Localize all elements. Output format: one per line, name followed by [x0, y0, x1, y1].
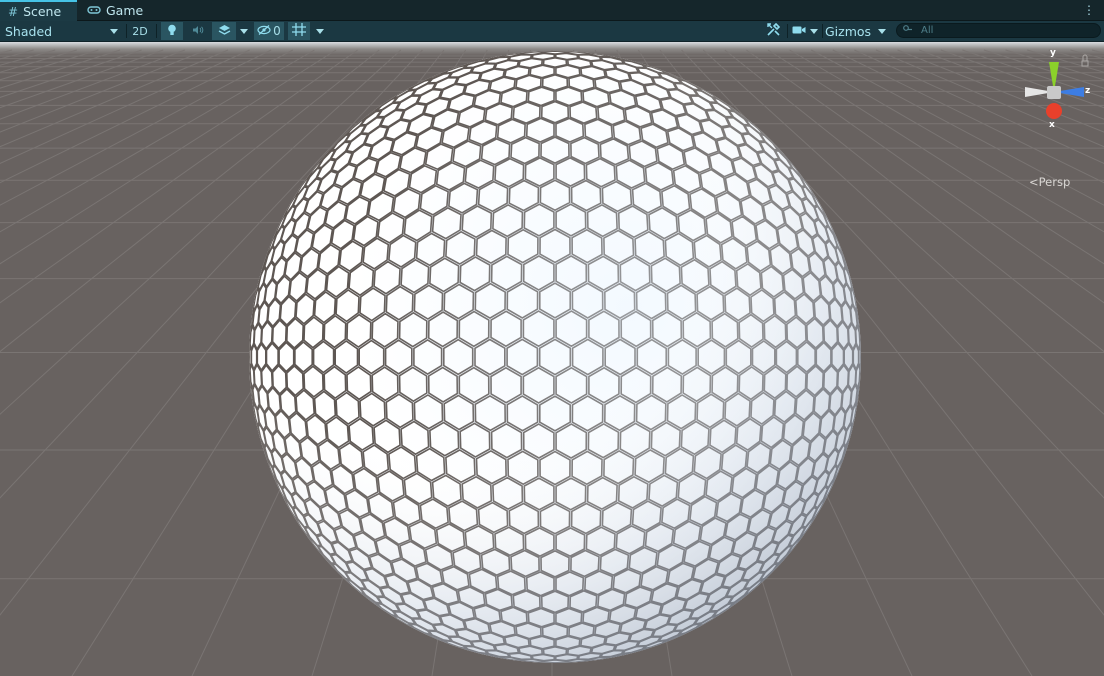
- scene-viewport[interactable]: y z x <Persp: [0, 42, 1104, 676]
- chevron-down-icon: [316, 28, 324, 34]
- camera-settings-button[interactable]: [789, 22, 821, 40]
- search-input[interactable]: All: [896, 23, 1101, 38]
- draw-mode-value: Shaded: [5, 23, 53, 39]
- x-axis-label: x: [1049, 120, 1055, 130]
- gizmos-label: Gizmos: [825, 23, 872, 39]
- tools-button[interactable]: [762, 22, 784, 40]
- audio-toggle-button[interactable]: [187, 22, 209, 40]
- scene-toolbar: Shaded 2D 0 Gizmos All: [0, 21, 1104, 42]
- y-axis-label: y: [1050, 48, 1056, 58]
- gamepad-icon: [87, 4, 101, 18]
- effects-icon: [218, 24, 231, 38]
- lighting-toggle-button[interactable]: [161, 22, 183, 40]
- tab-scene[interactable]: # Scene: [0, 0, 77, 21]
- chevron-down-icon: [110, 28, 118, 34]
- audio-icon: [192, 25, 204, 38]
- divider: [126, 24, 127, 38]
- tab-scene-label: Scene: [23, 4, 62, 19]
- scene-visibility-button[interactable]: 0: [254, 22, 284, 40]
- chevron-down-icon: [240, 28, 248, 34]
- divider: [156, 24, 157, 38]
- overflow-menu-icon[interactable]: ⋮: [1083, 3, 1095, 17]
- lock-icon[interactable]: [1081, 54, 1089, 67]
- scene-grid-icon: #: [8, 4, 19, 19]
- gizmo-center-cube[interactable]: [1047, 86, 1061, 99]
- chevron-down-icon: [810, 28, 818, 34]
- light-bulb-icon: [167, 24, 177, 39]
- search-placeholder: All: [921, 25, 934, 36]
- 2d-toggle-button[interactable]: 2D: [129, 22, 151, 40]
- sphere-shading: [249, 51, 861, 663]
- draw-mode-dropdown[interactable]: Shaded: [0, 22, 124, 40]
- scene-render: [0, 42, 1104, 676]
- effects-chevron[interactable]: [237, 22, 251, 40]
- hex-sphere[interactable]: [249, 51, 861, 663]
- chevron-left-icon: <: [1029, 175, 1039, 189]
- hidden-count: 0: [273, 24, 281, 38]
- 2d-label: 2D: [132, 24, 148, 38]
- grid-toggle-button[interactable]: [288, 22, 310, 40]
- tab-game[interactable]: Game: [79, 0, 151, 21]
- gizmos-chevron[interactable]: [874, 22, 890, 40]
- visibility-icon: [257, 24, 271, 38]
- editor-tab-bar: # Scene Game ⋮: [0, 0, 1104, 21]
- z-axis-label: z: [1085, 86, 1091, 96]
- camera-icon: [792, 25, 806, 38]
- grid-icon: [292, 23, 306, 39]
- divider: [787, 24, 788, 38]
- x-axis-sphere[interactable]: [1046, 103, 1062, 119]
- chevron-down-icon: [878, 28, 886, 34]
- effects-dropdown-button[interactable]: [212, 22, 236, 40]
- search-icon: [903, 25, 913, 36]
- tools-icon: [766, 22, 780, 39]
- tab-game-label: Game: [106, 3, 144, 18]
- projection-toggle[interactable]: <Persp: [1029, 175, 1070, 189]
- grid-chevron[interactable]: [312, 22, 328, 40]
- projection-label: Persp: [1038, 175, 1071, 189]
- gizmos-dropdown[interactable]: Gizmos: [822, 22, 873, 40]
